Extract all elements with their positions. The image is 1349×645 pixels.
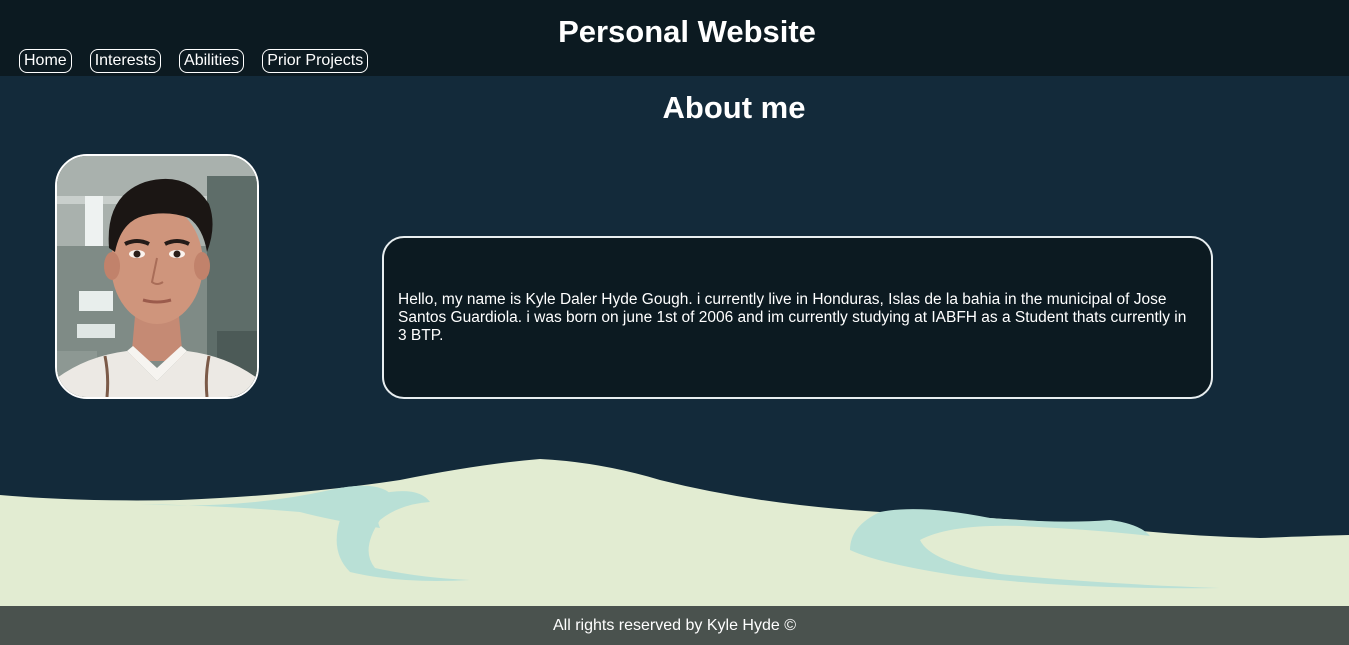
site-footer: All rights reserved by Kyle Hyde ©: [0, 606, 1349, 645]
page: Personal Website Home Interests Abilitie…: [0, 0, 1349, 645]
about-me-text: Hello, my name is Kyle Daler Hyde Gough.…: [398, 290, 1187, 344]
site-header: Personal Website Home Interests Abilitie…: [0, 0, 1349, 76]
about-me-card: Hello, my name is Kyle Daler Hyde Gough.…: [382, 236, 1213, 399]
profile-photo-illustration: [57, 156, 257, 397]
section-title: About me: [662, 90, 806, 125]
nav-interests-button[interactable]: Interests: [89, 49, 162, 73]
site-title: Personal Website: [558, 14, 816, 49]
profile-photo: [55, 154, 259, 399]
copyright-text: All rights reserved by Kyle Hyde ©: [553, 616, 796, 634]
nav-abilities-button[interactable]: Abilities: [179, 49, 245, 73]
main-nav: Home Interests Abilities Prior Projects: [19, 49, 369, 73]
nav-home-button[interactable]: Home: [19, 49, 72, 73]
wave-illustration: [0, 459, 1349, 606]
nav-prior-projects-button[interactable]: Prior Projects: [262, 49, 369, 73]
